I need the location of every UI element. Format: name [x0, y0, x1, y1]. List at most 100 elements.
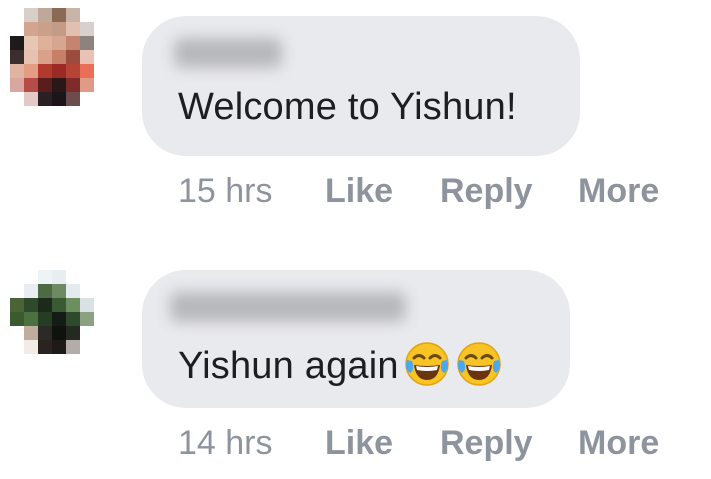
avatar-pixel — [38, 354, 52, 368]
avatar-pixel — [38, 78, 52, 92]
avatar-pixel — [38, 64, 52, 78]
avatar-pixel — [80, 36, 94, 50]
avatar-pixel — [52, 340, 66, 354]
avatar-pixel — [24, 64, 38, 78]
avatar-pixel — [94, 270, 108, 284]
avatar-pixel — [24, 22, 38, 36]
avatar-pixel — [24, 340, 38, 354]
avatar-pixel — [66, 22, 80, 36]
comment-timestamp[interactable]: 14 hrs — [178, 424, 273, 463]
avatar-pixel — [66, 270, 80, 284]
more-button[interactable]: More — [578, 424, 659, 463]
avatar-pixel — [10, 78, 24, 92]
avatar-pixel — [24, 354, 38, 368]
avatar-pixel — [52, 284, 66, 298]
avatar-pixel — [38, 92, 52, 106]
avatar-pixel — [80, 326, 94, 340]
avatar-pixel — [80, 270, 94, 284]
avatar-pixel — [10, 64, 24, 78]
avatar-pixel — [38, 270, 52, 284]
avatar-pixel — [24, 270, 38, 284]
comment-text: Yishun again — [178, 340, 503, 398]
avatar-pixel — [66, 64, 80, 78]
avatar-pixel — [24, 284, 38, 298]
avatar-pixel — [38, 8, 52, 22]
avatar-pixel — [80, 354, 94, 368]
avatar-pixel — [52, 78, 66, 92]
author-name-blurred[interactable] — [174, 38, 282, 68]
avatar-pixel — [94, 354, 108, 368]
face-with-tears-of-joy-icon — [455, 340, 503, 398]
avatar-pixel — [24, 50, 38, 64]
avatar-pixel — [52, 354, 66, 368]
avatar-pixel — [94, 340, 108, 354]
avatar-pixel — [38, 284, 52, 298]
avatar-pixel — [80, 312, 94, 326]
avatar-pixel — [52, 64, 66, 78]
like-button[interactable]: Like — [325, 172, 393, 211]
reply-button[interactable]: Reply — [440, 424, 533, 463]
avatar-pixel — [38, 340, 52, 354]
avatar-pixel — [94, 36, 108, 50]
avatar-pixel — [66, 284, 80, 298]
comment-timestamp[interactable]: 15 hrs — [178, 172, 273, 211]
avatar-pixel — [24, 8, 38, 22]
avatar-pixel — [38, 298, 52, 312]
avatar-pixel — [52, 36, 66, 50]
avatar-pixel — [10, 326, 24, 340]
avatar-pixel — [94, 284, 108, 298]
avatar-pixel — [94, 92, 108, 106]
avatar-pixel — [94, 78, 108, 92]
avatar-pixel — [66, 92, 80, 106]
avatar-pixel — [52, 298, 66, 312]
avatar-pixel — [10, 340, 24, 354]
avatar-pixel — [52, 270, 66, 284]
avatar-pixel — [10, 312, 24, 326]
avatar-pixel — [10, 50, 24, 64]
avatar-pixel — [66, 50, 80, 64]
avatar-pixel — [10, 284, 24, 298]
avatar-pixel — [38, 50, 52, 64]
avatar-pixel — [94, 298, 108, 312]
avatar[interactable] — [10, 270, 108, 368]
avatar-pixel — [52, 326, 66, 340]
like-button[interactable]: Like — [325, 424, 393, 463]
comment-bubble: Yishun again — [142, 270, 570, 408]
avatar-pixel — [10, 8, 24, 22]
avatar-pixel — [80, 284, 94, 298]
author-name-blurred[interactable] — [170, 292, 406, 322]
avatar-pixel — [94, 312, 108, 326]
avatar-pixel — [80, 298, 94, 312]
avatar-pixel — [38, 312, 52, 326]
avatar-pixel — [38, 36, 52, 50]
avatar-pixel — [80, 50, 94, 64]
comment-bubble: Welcome to Yishun! — [142, 16, 580, 156]
avatar-pixel — [66, 298, 80, 312]
avatar-pixel — [66, 326, 80, 340]
avatar-pixel — [66, 354, 80, 368]
avatar-pixel — [24, 92, 38, 106]
avatar-pixel — [38, 22, 52, 36]
avatar-pixel — [24, 326, 38, 340]
avatar-pixel — [94, 8, 108, 22]
more-button[interactable]: More — [578, 172, 659, 211]
avatar-pixel — [80, 22, 94, 36]
avatar-pixel — [10, 22, 24, 36]
avatar-pixel — [24, 312, 38, 326]
avatar[interactable] — [10, 8, 108, 106]
avatar-pixel — [52, 312, 66, 326]
avatar-pixel — [38, 326, 52, 340]
avatar-pixel — [66, 340, 80, 354]
avatar-pixel — [94, 50, 108, 64]
face-with-tears-of-joy-icon — [403, 340, 451, 398]
reply-button[interactable]: Reply — [440, 172, 533, 211]
avatar-pixel — [10, 354, 24, 368]
avatar-pixel — [10, 270, 24, 284]
avatar-pixel — [80, 64, 94, 78]
comment-text: Welcome to Yishun! — [178, 86, 517, 128]
avatar-pixel — [52, 8, 66, 22]
avatar-pixel — [66, 36, 80, 50]
avatar-pixel — [94, 22, 108, 36]
avatar-pixel — [80, 78, 94, 92]
avatar-pixel — [10, 298, 24, 312]
